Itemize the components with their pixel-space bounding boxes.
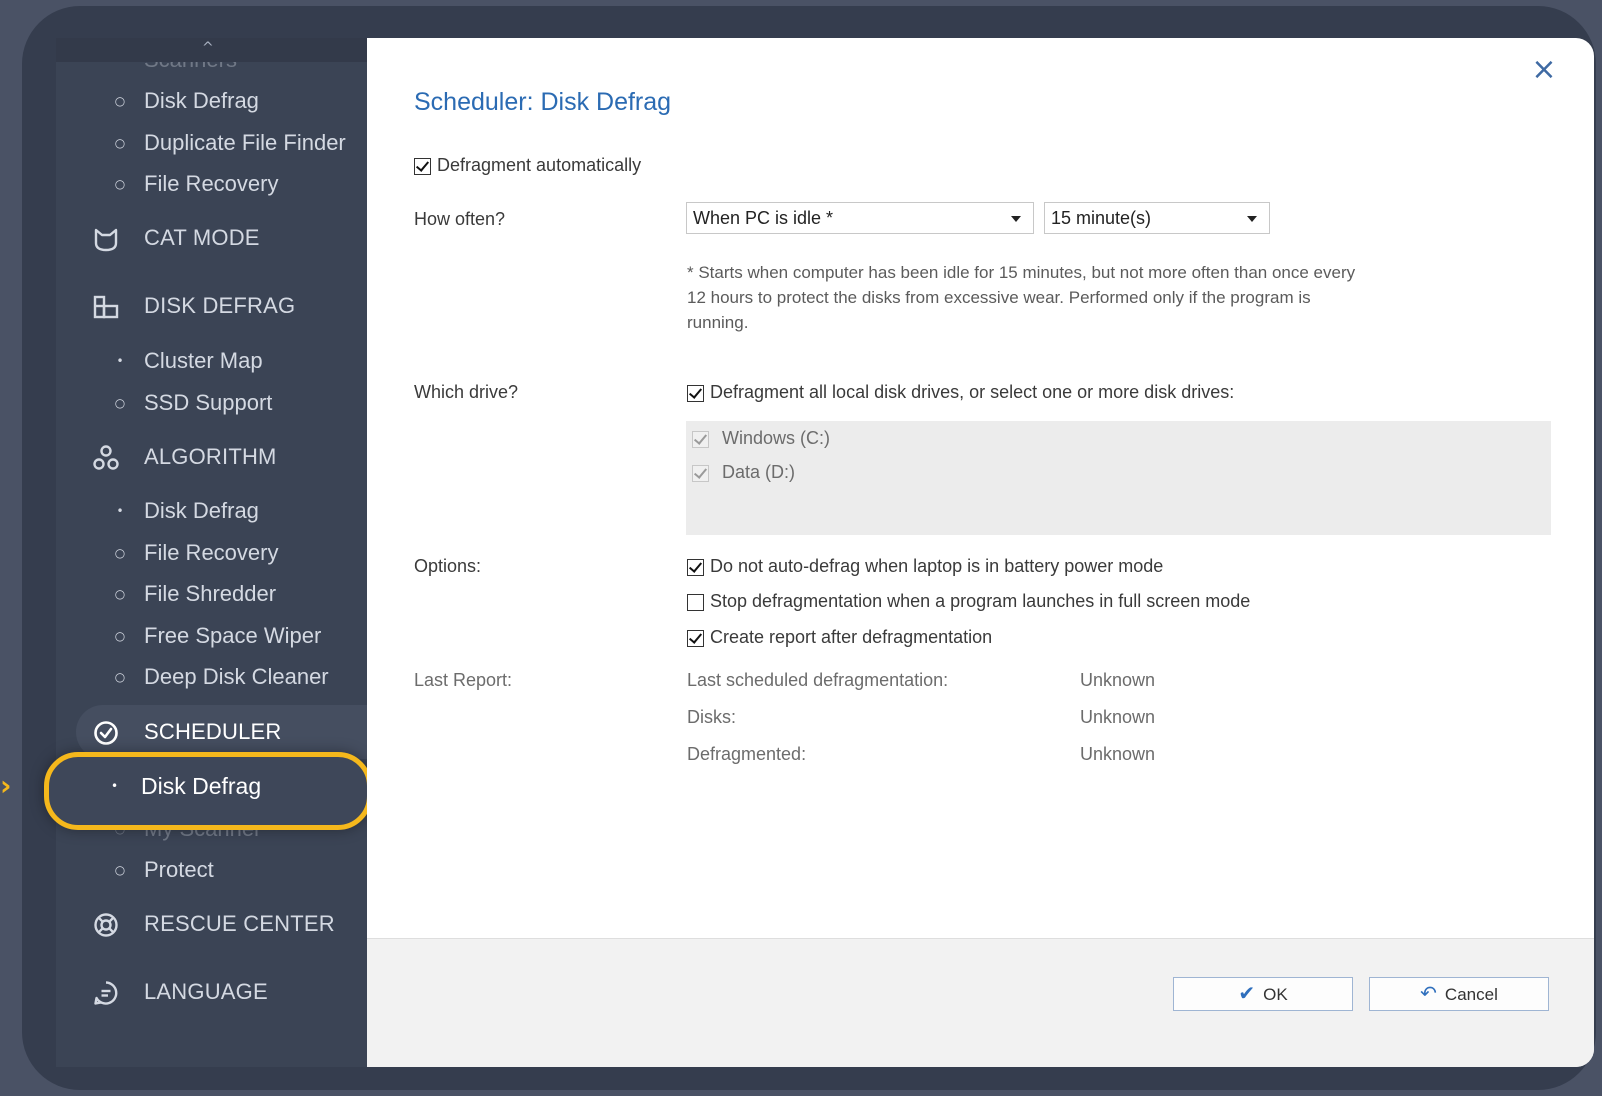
sidebar-item-file-recovery-scanner[interactable]: ○ File Recovery <box>56 164 367 204</box>
full-screen-checkbox[interactable] <box>687 594 704 611</box>
algorithm-icon <box>93 445 119 470</box>
bullet-icon: ○ <box>114 94 126 108</box>
sidebar-item-label: Free Space Wiper <box>144 623 322 648</box>
disks-value: Unknown <box>1080 707 1156 727</box>
sidebar-item-label: Disk Defrag <box>141 773 262 799</box>
ok-button-label: OK <box>1263 985 1288 1004</box>
sidebar-section-label: ALGORITHM <box>144 444 277 469</box>
sidebar-section-algorithm[interactable]: ALGORITHM <box>56 430 367 484</box>
sidebar-section-disk-defrag[interactable]: DISK DEFRAG <box>56 279 367 333</box>
bullet-icon: • <box>111 779 119 793</box>
all-drives-checkbox[interactable] <box>687 385 704 402</box>
language-icon <box>94 981 118 1005</box>
all-drives-label: Defragment all local disk drives, or sel… <box>710 382 1235 402</box>
last-scheduled-value: Unknown <box>1080 670 1156 690</box>
sidebar-item-label: Duplicate File Finder <box>144 130 346 155</box>
scroll-up-icon[interactable]: ^ <box>202 40 214 56</box>
bullet-icon: ○ <box>114 629 126 643</box>
sidebar-item-disk-defrag-algorithm[interactable]: • Disk Defrag <box>56 491 367 531</box>
sidebar-item-label: Protect <box>144 857 214 882</box>
sidebar-item-file-shredder[interactable]: ○ File Shredder <box>56 574 367 614</box>
battery-mode-checkbox[interactable] <box>687 559 704 576</box>
sidebar-item-duplicate-file-finder[interactable]: ○ Duplicate File Finder <box>56 123 367 163</box>
sidebar-item-disk-defrag-scanner[interactable]: ○ Disk Defrag <box>56 81 367 121</box>
sidebar-item-protect[interactable]: ○ Protect <box>56 850 367 890</box>
sidebar-section-scheduler[interactable]: SCHEDULER <box>76 705 367 759</box>
dialog-footer: ✔ OK ↶ Cancel <box>367 938 1594 1067</box>
cancel-button-label: Cancel <box>1444 985 1498 1004</box>
full-screen-label: Stop defragmentation when a program laun… <box>710 591 1251 611</box>
disk-defrag-icon <box>93 295 119 319</box>
sidebar-item-label: File Recovery <box>144 540 279 565</box>
close-icon[interactable]: × <box>1526 52 1562 88</box>
dropdown-caret-icon <box>1011 216 1021 222</box>
last-report-label: Last Report: <box>414 670 513 690</box>
bullet-icon: ○ <box>114 670 126 684</box>
sidebar-section-cat-mode[interactable]: CAT MODE <box>56 211 367 265</box>
bullet-icon: ○ <box>114 863 126 877</box>
pointer-arrow-icon: › <box>0 769 12 802</box>
scheduler-dialog: × Scheduler: Disk Defrag Defragment auto… <box>367 38 1594 1067</box>
drive-d-label: Data (D:) <box>722 462 796 482</box>
sidebar-item-label: File Recovery <box>144 171 279 196</box>
idle-note: * Starts when computer has been idle for… <box>687 263 1356 332</box>
sidebar-section-label: DISK DEFRAG <box>144 293 296 318</box>
drive-c-label: Windows (C:) <box>722 428 831 448</box>
bullet-icon: ○ <box>114 546 126 560</box>
sidebar-item-cluster-map[interactable]: • Cluster Map <box>56 341 367 381</box>
cat-icon <box>94 228 118 252</box>
last-scheduled-key: Last scheduled defragmentation: <box>687 670 949 690</box>
bullet-icon: ○ <box>114 396 126 410</box>
bullet-icon: ○ <box>114 177 126 191</box>
bullet-icon: • <box>116 504 124 518</box>
bullet-icon: • <box>116 354 124 368</box>
sidebar-item-label: Cluster Map <box>144 348 263 373</box>
frequency-select[interactable]: When PC is idle * <box>686 202 1034 234</box>
how-often-label: How often? <box>414 209 506 229</box>
drive-d-checkbox[interactable] <box>692 465 709 482</box>
sidebar-section-language[interactable]: LANGUAGE <box>56 965 367 1019</box>
sidebar-section-label: CAT MODE <box>144 225 260 250</box>
defragmented-key: Defragmented: <box>687 744 807 764</box>
checkmark-icon: ✔ <box>1238 981 1256 1005</box>
bullet-icon: ○ <box>114 136 126 150</box>
drive-c-checkbox[interactable] <box>692 431 709 448</box>
frequency-value: When PC is idle * <box>693 208 834 228</box>
sidebar-item-disk-defrag-scheduler[interactable]: • Disk Defrag <box>44 752 372 830</box>
sidebar-item-file-recovery-algorithm[interactable]: ○ File Recovery <box>56 533 367 573</box>
which-drive-label: Which drive? <box>414 382 519 402</box>
sidebar-item-ssd-support[interactable]: ○ SSD Support <box>56 383 367 423</box>
battery-mode-label: Do not auto-defrag when laptop is in bat… <box>710 556 1164 576</box>
ok-button[interactable]: ✔ OK <box>1173 977 1353 1011</box>
sidebar-section-label: SCHEDULER <box>144 719 282 744</box>
undo-icon: ↶ <box>1420 981 1437 1005</box>
sidebar-item-free-space-wiper[interactable]: ○ Free Space Wiper <box>56 616 367 656</box>
interval-select[interactable]: 15 minute(s) <box>1044 202 1270 234</box>
options-label: Options: <box>414 556 482 576</box>
create-report-checkbox[interactable] <box>687 630 704 647</box>
defragment-automatically-checkbox[interactable] <box>414 158 431 175</box>
sidebar-item-label: SSD Support <box>144 390 273 415</box>
defragment-automatically-label: Defragment automatically <box>437 155 642 175</box>
sidebar-item-label: Disk Defrag <box>144 88 259 113</box>
disks-key: Disks: <box>687 707 736 727</box>
interval-value: 15 minute(s) <box>1051 208 1152 228</box>
defragmented-value: Unknown <box>1080 744 1156 764</box>
dropdown-caret-icon <box>1247 216 1257 222</box>
sidebar-section-label: LANGUAGE <box>144 979 268 1004</box>
sidebar-item-label: Deep Disk Cleaner <box>144 664 329 689</box>
sidebar-section-rescue-center[interactable]: RESCUE CENTER <box>56 897 367 951</box>
lifebuoy-icon <box>94 913 118 937</box>
bullet-icon: ○ <box>114 587 126 601</box>
dialog-title: Scheduler: Disk Defrag <box>414 88 672 116</box>
sidebar-item-label: File Shredder <box>144 581 277 606</box>
sidebar-item-label: Disk Defrag <box>144 498 259 523</box>
create-report-label: Create report after defragmentation <box>710 627 993 647</box>
sidebar: • Scanners ^ ○ Disk Defrag ○ Duplicate F… <box>56 38 367 1067</box>
sidebar-item-deep-disk-cleaner[interactable]: ○ Deep Disk Cleaner <box>56 657 367 697</box>
clock-icon <box>94 721 118 745</box>
sidebar-section-label: RESCUE CENTER <box>144 911 335 936</box>
cancel-button[interactable]: ↶ Cancel <box>1369 977 1549 1011</box>
